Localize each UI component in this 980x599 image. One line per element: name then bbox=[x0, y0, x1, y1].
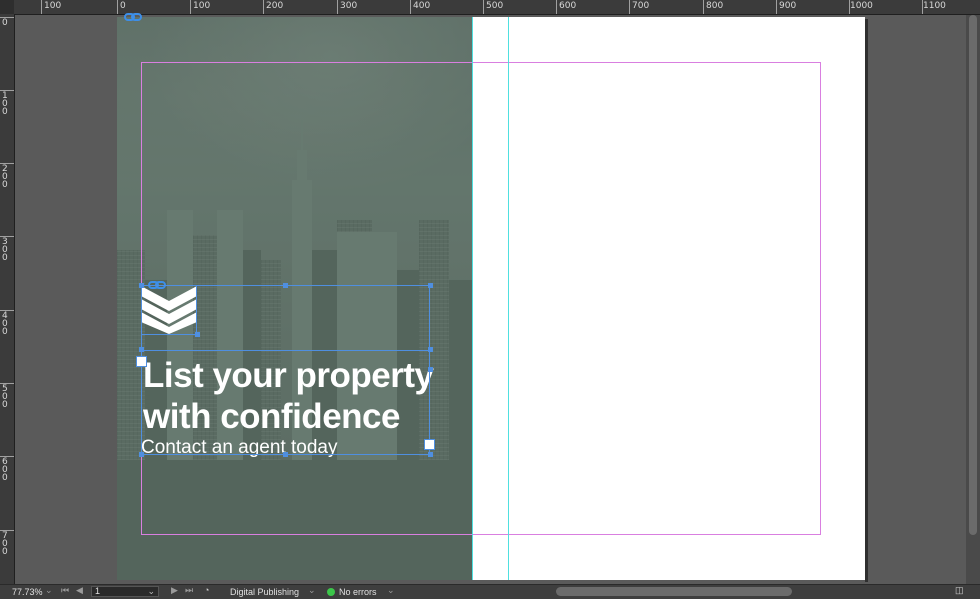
link-icon[interactable] bbox=[124, 12, 142, 22]
preflight-dropdown-icon[interactable]: ⌄ bbox=[387, 585, 395, 596]
ruler-tick bbox=[410, 0, 411, 14]
resize-handle[interactable] bbox=[283, 283, 288, 288]
resize-handle[interactable] bbox=[195, 332, 200, 337]
vertical-scrollbar[interactable] bbox=[966, 15, 980, 584]
ruler-label: 300 bbox=[340, 1, 358, 11]
ruler-label: 400 bbox=[2, 311, 8, 337]
ruler-label: 500 bbox=[486, 1, 504, 11]
out-port-handle[interactable] bbox=[424, 439, 435, 450]
resize-handle[interactable] bbox=[139, 347, 144, 352]
ruler-tick bbox=[556, 0, 557, 14]
ruler-label: 300 bbox=[2, 237, 8, 263]
ruler-label: 0 bbox=[120, 1, 126, 11]
split-view-icon[interactable]: ◫ bbox=[955, 585, 964, 596]
ruler-label: 100 bbox=[44, 1, 62, 11]
workspace-dropdown-icon[interactable]: ⌄ bbox=[308, 585, 316, 596]
ruler-label: 0 bbox=[2, 18, 8, 28]
ruler-label: 100 bbox=[193, 1, 211, 11]
ruler-label: 1000 bbox=[850, 1, 873, 11]
resize-handle[interactable] bbox=[428, 283, 433, 288]
ruler-label: 100 bbox=[2, 91, 8, 117]
ruler-label: 200 bbox=[266, 1, 284, 11]
horizontal-scroll-thumb[interactable] bbox=[556, 587, 792, 596]
ruler-label: 200 bbox=[2, 164, 8, 190]
resize-handle[interactable] bbox=[283, 452, 288, 457]
page-shadow bbox=[865, 19, 868, 582]
resize-handle[interactable] bbox=[428, 347, 433, 352]
vertical-ruler[interactable]: 0 100 200 300 400 500 600 700 bbox=[0, 14, 15, 584]
page-number-field[interactable]: 1 ⌄ bbox=[91, 586, 159, 597]
status-bar: 77.73% ⌄ ⏮ ◀ 1 ⌄ ▶ ⏭ ◔ Digital Publishin… bbox=[0, 584, 980, 599]
page-right[interactable] bbox=[473, 17, 865, 580]
ruler-tick bbox=[117, 0, 118, 14]
ruler-label: 1100 bbox=[923, 1, 946, 11]
workspace-name[interactable]: Digital Publishing bbox=[230, 586, 299, 598]
first-page-icon[interactable]: ⏮ bbox=[61, 585, 69, 596]
horizontal-ruler[interactable]: 100 0 100 200 300 400 500 600 700 800 90… bbox=[0, 0, 980, 15]
zoom-level[interactable]: 77.73% bbox=[12, 586, 43, 598]
ruler-tick bbox=[703, 0, 704, 14]
previous-page-icon[interactable]: ◀ bbox=[76, 585, 83, 596]
page-dropdown-icon[interactable]: ⌄ bbox=[147, 587, 155, 596]
next-page-icon[interactable]: ▶ bbox=[171, 585, 178, 596]
preflight-status[interactable]: No errors bbox=[339, 586, 377, 598]
spine-guide[interactable] bbox=[472, 17, 473, 580]
page-number: 1 bbox=[95, 586, 101, 596]
ruler-tick bbox=[337, 0, 338, 14]
ruler-tick bbox=[263, 0, 264, 14]
ruler-label: 700 bbox=[2, 531, 8, 557]
ruler-tick bbox=[776, 0, 777, 14]
ruler-label: 400 bbox=[413, 1, 431, 11]
logo-frame[interactable] bbox=[141, 285, 197, 335]
ruler-tick bbox=[41, 0, 42, 14]
ruler-label: 700 bbox=[632, 1, 650, 11]
ruler-label: 600 bbox=[2, 457, 8, 483]
resize-handle[interactable] bbox=[139, 452, 144, 457]
ruler-tick bbox=[629, 0, 630, 14]
text-frame[interactable] bbox=[141, 350, 430, 455]
last-page-icon[interactable]: ⏭ bbox=[185, 585, 193, 596]
column-guide[interactable] bbox=[508, 17, 509, 580]
ruler-corner[interactable] bbox=[0, 0, 14, 14]
ruler-label: 800 bbox=[706, 1, 724, 11]
resize-handle[interactable] bbox=[139, 283, 144, 288]
vertical-scroll-thumb[interactable] bbox=[969, 15, 977, 535]
ruler-label: 500 bbox=[2, 384, 8, 410]
document-status-icon[interactable]: ◔ bbox=[204, 585, 209, 595]
preflight-status-icon bbox=[327, 588, 335, 596]
resize-handle[interactable] bbox=[428, 367, 433, 372]
ruler-tick bbox=[483, 0, 484, 14]
ruler-label: 600 bbox=[559, 1, 577, 11]
ruler-label: 900 bbox=[779, 1, 797, 11]
zoom-dropdown-icon[interactable]: ⌄ bbox=[45, 585, 53, 596]
in-port-handle[interactable] bbox=[136, 356, 147, 367]
resize-handle[interactable] bbox=[428, 452, 433, 457]
ruler-tick bbox=[190, 0, 191, 14]
